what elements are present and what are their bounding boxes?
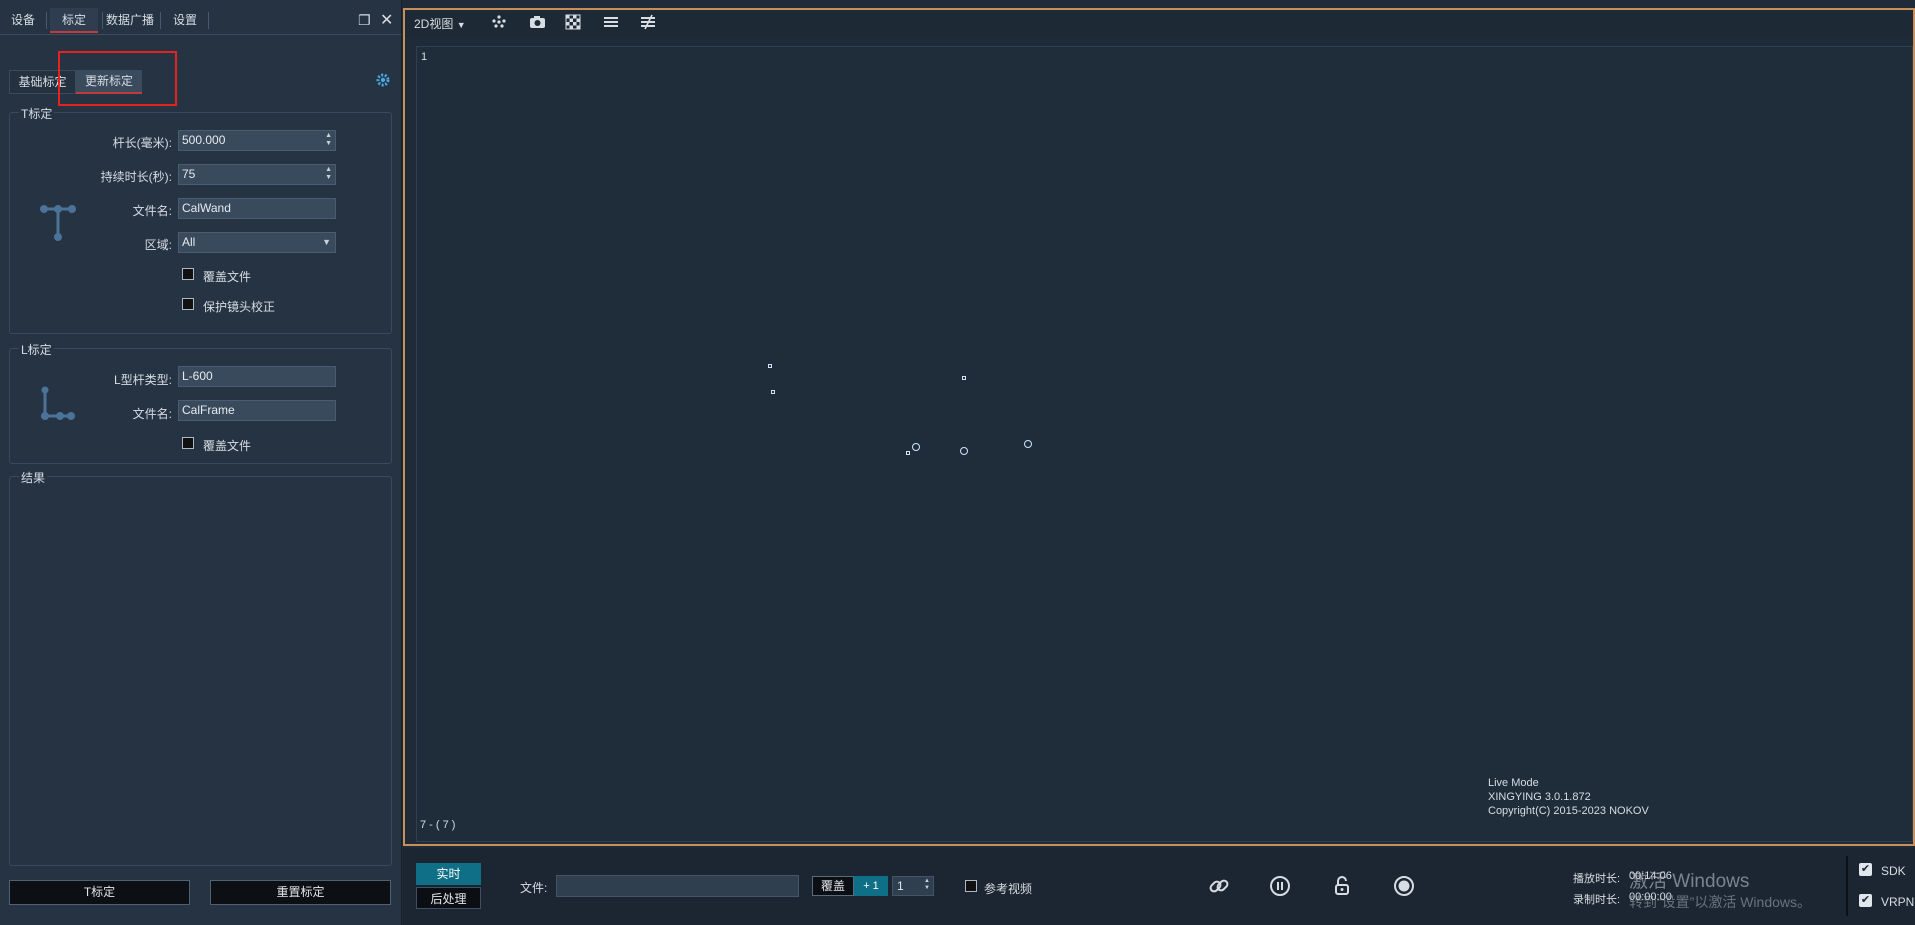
tab-separator (102, 12, 103, 29)
postprocess-button[interactable]: 后处理 (416, 887, 481, 909)
link-icon[interactable] (1208, 875, 1230, 900)
tab-settings[interactable]: 设置 (164, 8, 206, 33)
l-filename-input[interactable]: CalFrame (178, 400, 336, 421)
menu-lines-icon[interactable] (603, 14, 619, 33)
tab-calibration[interactable]: 标定 (50, 8, 98, 33)
file-input[interactable] (556, 875, 799, 897)
duration-value: 75 (182, 167, 196, 181)
filter-lines-icon[interactable] (640, 14, 656, 33)
rod-length-spinbox[interactable]: 500.000 ▲ ▼ (178, 130, 336, 151)
file-label: 文件: (520, 881, 548, 895)
chevron-down-icon: ▼ (456, 20, 466, 30)
tab-device[interactable]: 设备 (4, 8, 42, 33)
group-title: T标定 (19, 105, 55, 122)
l-type-input[interactable]: L-600 (178, 366, 336, 387)
settings-gear-icon[interactable] (374, 71, 392, 92)
camera-icon[interactable] (529, 14, 546, 33)
region-select[interactable]: All ▼ (178, 232, 336, 253)
viewport-toolbar: 2D视图 ▼ (405, 10, 1913, 37)
group-title: 结果 (19, 469, 48, 486)
sdk-label: SDK (1881, 864, 1906, 878)
divider (1846, 856, 1848, 916)
ref-video-label: 参考视频 (984, 882, 1033, 896)
marker-point (771, 390, 775, 394)
highlight-box (58, 51, 177, 106)
result-group: 结果 (9, 469, 392, 866)
windows-activation-watermark: 激活 Windows (1629, 871, 1750, 892)
marker-point (962, 376, 966, 380)
region-label: 区域: (144, 238, 172, 252)
t-filename-input[interactable]: CalWand (178, 198, 336, 219)
mode-text: Live Mode (1488, 777, 1539, 789)
close-icon[interactable]: ✕ (380, 10, 393, 30)
rod-length-label: 杆长(毫米): (112, 136, 172, 150)
marker-point (912, 443, 920, 451)
rod-length-value: 500.000 (182, 133, 226, 147)
tab-separator (208, 12, 209, 29)
tab-separator (46, 12, 47, 29)
l-type-label: L型杆类型: (113, 373, 172, 387)
plus-one-button[interactable]: + 1 (854, 876, 888, 896)
copyright-text: Copyright(C) 2015-2023 NOKOV (1488, 805, 1649, 817)
spin-arrows-icon[interactable]: ▲ ▼ (325, 132, 332, 148)
l-filename-label: 文件名: (132, 407, 172, 421)
l-overwrite-checkbox[interactable] (182, 437, 194, 449)
tab-data-broadcast[interactable]: 数据广播 (104, 8, 156, 33)
step-value: 1 (897, 879, 904, 893)
marker-point (768, 364, 772, 368)
camera-index: 1 (421, 51, 428, 63)
marker-point (906, 451, 910, 455)
marker-point (1024, 440, 1032, 448)
record-time-label: 录制时长: (1573, 894, 1621, 906)
bottom-bar: 实时 后处理 文件: 覆盖 + 1 1 ▲ ▼ 参考视频 播放时长: 00:14:0… (403, 848, 1915, 925)
t-filename-label: 文件名: (132, 204, 172, 218)
viewport: 2D视图 ▼ 1 7 - ( 7 ) Live Mode XINGYING 3.… (403, 8, 1915, 846)
realtime-button[interactable]: 实时 (416, 863, 481, 885)
view-mode-dropdown[interactable]: 2D视图 ▼ (414, 15, 466, 32)
chevron-down-icon: ▼ (322, 237, 331, 247)
vrpn-checkbox[interactable]: ✔ (1859, 894, 1872, 907)
camera-2d-canvas[interactable]: 1 7 - ( 7 ) Live Mode XINGYING 3.0.1.872… (416, 46, 1913, 842)
spin-arrows-icon[interactable]: ▲ ▼ (325, 166, 332, 182)
left-panel: 设备 标定 数据广播 设置 ❐ ✕ 基础标定 更新标定 T标定 杆长(毫米): … (0, 0, 402, 925)
pause-icon[interactable] (1269, 875, 1291, 900)
protect-lens-label: 保护镜头校正 (203, 300, 276, 314)
marker-count: 7 - ( 7 ) (420, 819, 456, 831)
reset-calibration-button[interactable]: 重置标定 (210, 880, 391, 905)
vrpn-label: VRPN (1881, 895, 1915, 909)
protect-lens-checkbox[interactable] (182, 298, 194, 310)
region-value: All (182, 235, 196, 249)
markers-icon[interactable] (491, 14, 507, 33)
checkerboard-icon[interactable] (565, 14, 581, 33)
unlock-icon[interactable] (1331, 875, 1353, 900)
t-calibration-button[interactable]: T标定 (9, 880, 190, 905)
tab-separator (160, 12, 161, 29)
windows-activation-hint: 转到“设置”以激活 Windows。 (1629, 894, 1812, 910)
duration-label: 持续时长(秒): (100, 170, 172, 184)
t-overwrite-checkbox[interactable] (182, 268, 194, 280)
spin-arrows-icon[interactable]: ▲ ▼ (924, 878, 930, 892)
t-overwrite-label: 覆盖文件 (203, 270, 252, 284)
play-time-label: 播放时长: (1573, 873, 1621, 885)
ref-video-checkbox[interactable] (965, 880, 977, 892)
float-window-icon[interactable]: ❐ (358, 12, 371, 29)
l-overwrite-label: 覆盖文件 (203, 439, 252, 453)
duration-spinbox[interactable]: 75 ▲ ▼ (178, 164, 336, 185)
version-text: XINGYING 3.0.1.872 (1488, 791, 1591, 803)
view-mode-label: 2D视图 (414, 17, 454, 31)
overwrite-toggle[interactable]: 覆盖 (812, 876, 854, 896)
group-title: L标定 (19, 341, 54, 358)
top-tab-bar: 设备 标定 数据广播 设置 (0, 8, 401, 35)
step-spinbox[interactable]: 1 ▲ ▼ (892, 876, 934, 896)
sdk-checkbox[interactable]: ✔ (1859, 863, 1872, 876)
marker-point (960, 447, 968, 455)
record-icon[interactable] (1393, 875, 1415, 900)
